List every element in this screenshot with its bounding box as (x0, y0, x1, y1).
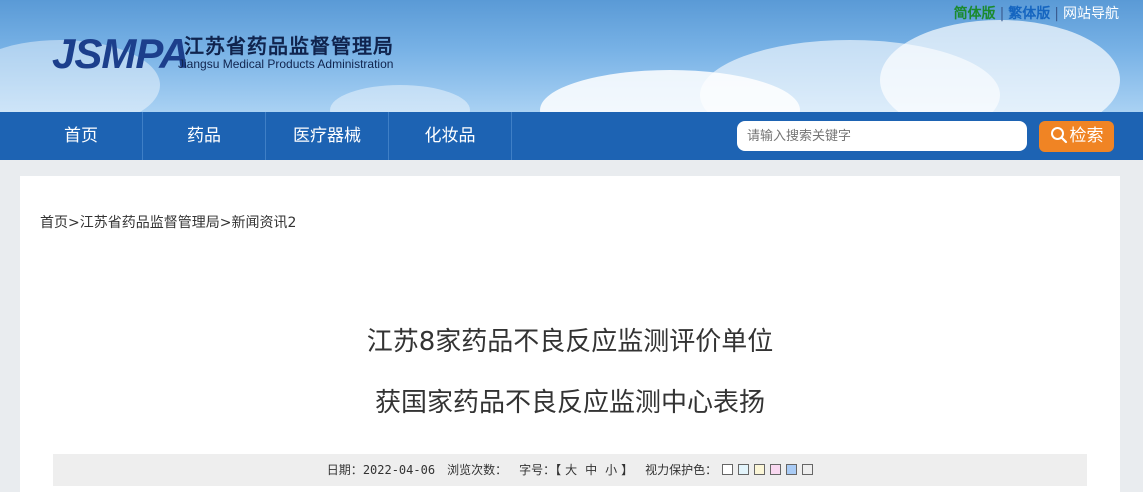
site-logo[interactable]: JSMPA (52, 30, 190, 78)
separator: | (1054, 6, 1059, 22)
eye-care-swatch[interactable] (738, 464, 750, 475)
nav-item-medical-devices[interactable]: 医疗器械 (266, 112, 389, 160)
org-name-en: Jiangsu Medical Products Administration (178, 57, 394, 71)
eye-care-swatch[interactable] (722, 464, 734, 475)
article-date: 2022-04-06 (362, 463, 436, 477)
search-icon (1050, 126, 1067, 143)
site-navigation-link[interactable]: 网站导航 (1063, 6, 1119, 22)
breadcrumb-news[interactable]: 新闻资讯2 (231, 215, 296, 231)
cloud-decoration (880, 20, 1120, 112)
eye-care-swatch[interactable] (786, 464, 798, 475)
search-button[interactable]: 检索 (1039, 121, 1114, 152)
article-title-line2: 获国家药品不良反应监测中心表扬 (374, 388, 765, 418)
breadcrumb-separator: > (219, 215, 232, 231)
traditional-chinese-link[interactable]: 繁体版 (1008, 6, 1050, 22)
bracket-open: 【 (555, 463, 562, 477)
separator: | (999, 6, 1005, 22)
breadcrumb: 首页>江苏省药品监督管理局>新闻资讯2 (40, 212, 296, 232)
eye-care-swatch[interactable] (770, 464, 782, 475)
breadcrumb-separator: > (68, 215, 80, 231)
nav-item-cosmetics[interactable]: 化妆品 (389, 112, 512, 160)
eye-care-swatch[interactable] (802, 464, 814, 475)
font-size-small[interactable]: 小 (605, 463, 617, 477)
org-name-cn: 江苏省药品监督管理局 (184, 34, 394, 58)
cloud-decoration (330, 85, 470, 112)
date-label: 日期： (326, 463, 363, 477)
nav-item-drugs[interactable]: 药品 (143, 112, 266, 160)
nav-item-home[interactable]: 首页 (20, 112, 143, 160)
views-label: 浏览次数： (447, 463, 508, 477)
eye-care-swatches (717, 463, 814, 477)
search-input[interactable] (737, 121, 1027, 151)
article-meta-bar: 日期：2022-04-06 浏览次数： 字号：【大中小】视力保护色： (53, 454, 1087, 486)
breadcrumb-bureau[interactable]: 江苏省药品监督管理局 (80, 215, 220, 231)
bracket-close: 】 (621, 463, 634, 477)
eye-care-label: 视力保护色： (645, 463, 718, 477)
eye-care-swatch[interactable] (754, 464, 766, 475)
font-size-label: 字号： (519, 463, 556, 477)
article-title-line1: 江苏8家药品不良反应监测评价单位 (366, 327, 774, 357)
simplified-chinese-link[interactable]: 简体版 (954, 6, 996, 22)
breadcrumb-home[interactable]: 首页 (40, 215, 68, 231)
language-bar: 简体版 | 繁体版 | 网站导航 (954, 3, 1119, 23)
font-size-large[interactable]: 大 (565, 463, 577, 477)
search-button-label: 检索 (1069, 126, 1104, 146)
header-banner: JSMPA 江苏省药品监督管理局 Jiangsu Medical Product… (0, 0, 1143, 112)
article-panel: 首页>江苏省药品监督管理局>新闻资讯2 江苏8家药品不良反应监测评价单位 获国家… (20, 176, 1120, 492)
font-size-medium[interactable]: 中 (585, 463, 597, 477)
